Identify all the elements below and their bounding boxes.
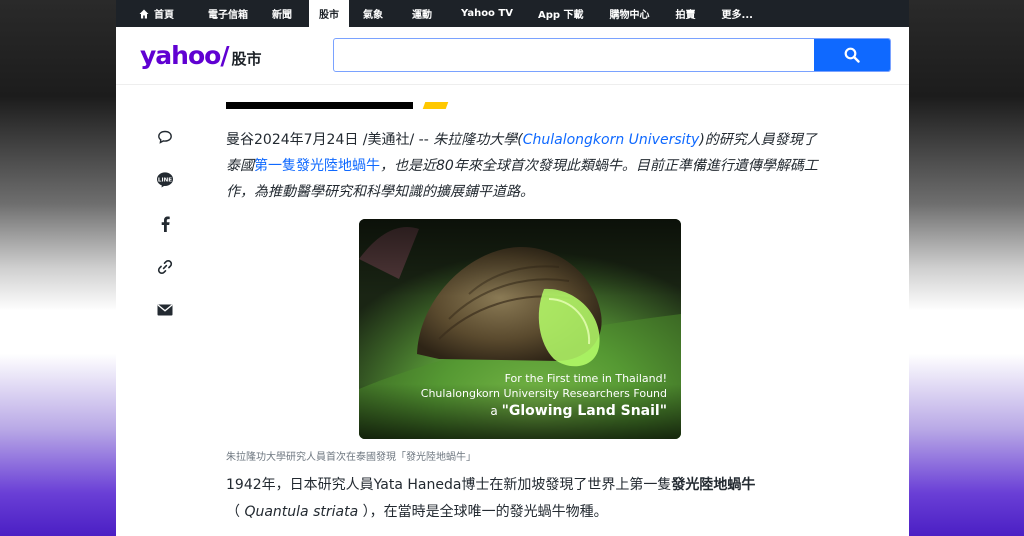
article-image[interactable]: For the First time in Thailand! Chulalon… [359, 219, 681, 439]
email-share-button[interactable] [154, 299, 176, 321]
home-icon [139, 9, 149, 18]
nav-item-mail[interactable]: 電子信箱 [208, 6, 248, 21]
nav-item-finance[interactable]: 股市 [309, 0, 349, 27]
line-share-button[interactable]: LINE [154, 169, 176, 191]
logo-text: yahoo/ [140, 41, 229, 70]
image-line-1: For the First time in Thailand! [504, 372, 667, 385]
top-navigation: 首頁 電子信箱 新聞 股市 氣象 運動 Yahoo TV App 下載 購物中心… [116, 0, 909, 27]
p2-text-a: 1942年，日本研究人員Yata Haneda博士在新加坡發現了世界上第一隻 [226, 477, 672, 493]
nav-item-home[interactable]: 首頁 [139, 6, 174, 21]
image-line-3-title: "Glowing Land Snail" [501, 403, 667, 419]
search-button[interactable] [814, 39, 890, 71]
nav-item-shopping[interactable]: 購物中心 [610, 6, 650, 21]
image-line-3-prefix: a [490, 404, 502, 418]
glowing-snail-link[interactable]: 第一隻發光陸地蝸牛 [254, 158, 380, 174]
copy-link-button[interactable] [154, 256, 176, 278]
search-box [333, 38, 891, 72]
search-input[interactable] [334, 39, 814, 71]
nav-item-yahoo-tv[interactable]: Yahoo TV [461, 8, 513, 19]
chulalongkorn-link[interactable]: Chulalongkorn University [523, 132, 700, 148]
link-icon [157, 260, 173, 274]
title-divider-yellow [422, 102, 449, 109]
svg-text:LINE: LINE [158, 177, 172, 183]
nav-item-weather[interactable]: 氣象 [363, 6, 383, 21]
article-paragraph-2: 1942年，日本研究人員Yata Haneda博士在新加坡發現了世界上第一隻發光… [226, 472, 826, 526]
article-paragraph-1: 曼谷2024年7月24日 /美通社/ -- 朱拉隆功大學(Chulalongko… [226, 127, 826, 205]
yahoo-logo[interactable]: yahoo/ 股市 [140, 41, 261, 70]
nav-item-sports[interactable]: 運動 [412, 6, 432, 21]
facebook-share-button[interactable] [154, 213, 176, 235]
nav-item-auction[interactable]: 拍賣 [676, 6, 696, 21]
page: 首頁 電子信箱 新聞 股市 氣象 運動 Yahoo TV App 下載 購物中心… [116, 0, 909, 536]
title-divider-black [226, 102, 413, 109]
header: yahoo/ 股市 [116, 27, 909, 85]
image-overlay-text: For the First time in Thailand! Chulalon… [421, 371, 667, 421]
nav-label-home: 首頁 [154, 10, 174, 21]
image-line-3: a "Glowing Land Snail" [421, 401, 667, 421]
image-line-2: Chulalongkorn University Researchers Fou… [420, 387, 667, 400]
search-icon [844, 47, 860, 63]
line-icon: LINE [157, 172, 173, 188]
species-name: Quantula striata [244, 504, 359, 520]
nav-item-news[interactable]: 新聞 [272, 6, 292, 21]
mail-icon [157, 304, 173, 316]
p2-bold: 發光陸地蝸牛 [671, 477, 756, 493]
dateline: 曼谷2024年7月24日 /美通社/ -- [226, 132, 434, 148]
image-caption: 朱拉隆功大學研究人員首次在泰國發現「發光陸地蝸牛」 [226, 452, 476, 463]
facebook-icon [161, 216, 170, 232]
p2-paren: （ [226, 504, 245, 520]
nav-item-more[interactable]: 更多... [722, 6, 753, 21]
comment-button[interactable] [154, 126, 176, 148]
comment-icon [158, 130, 172, 144]
section-title: 股市 [231, 50, 262, 68]
nav-item-app-download[interactable]: App 下載 [538, 6, 584, 21]
p2-text-b: ），在當時是全球唯一的發光蝸牛物種。 [358, 504, 608, 520]
p1-text-a: 朱拉隆功大學( [433, 132, 523, 148]
